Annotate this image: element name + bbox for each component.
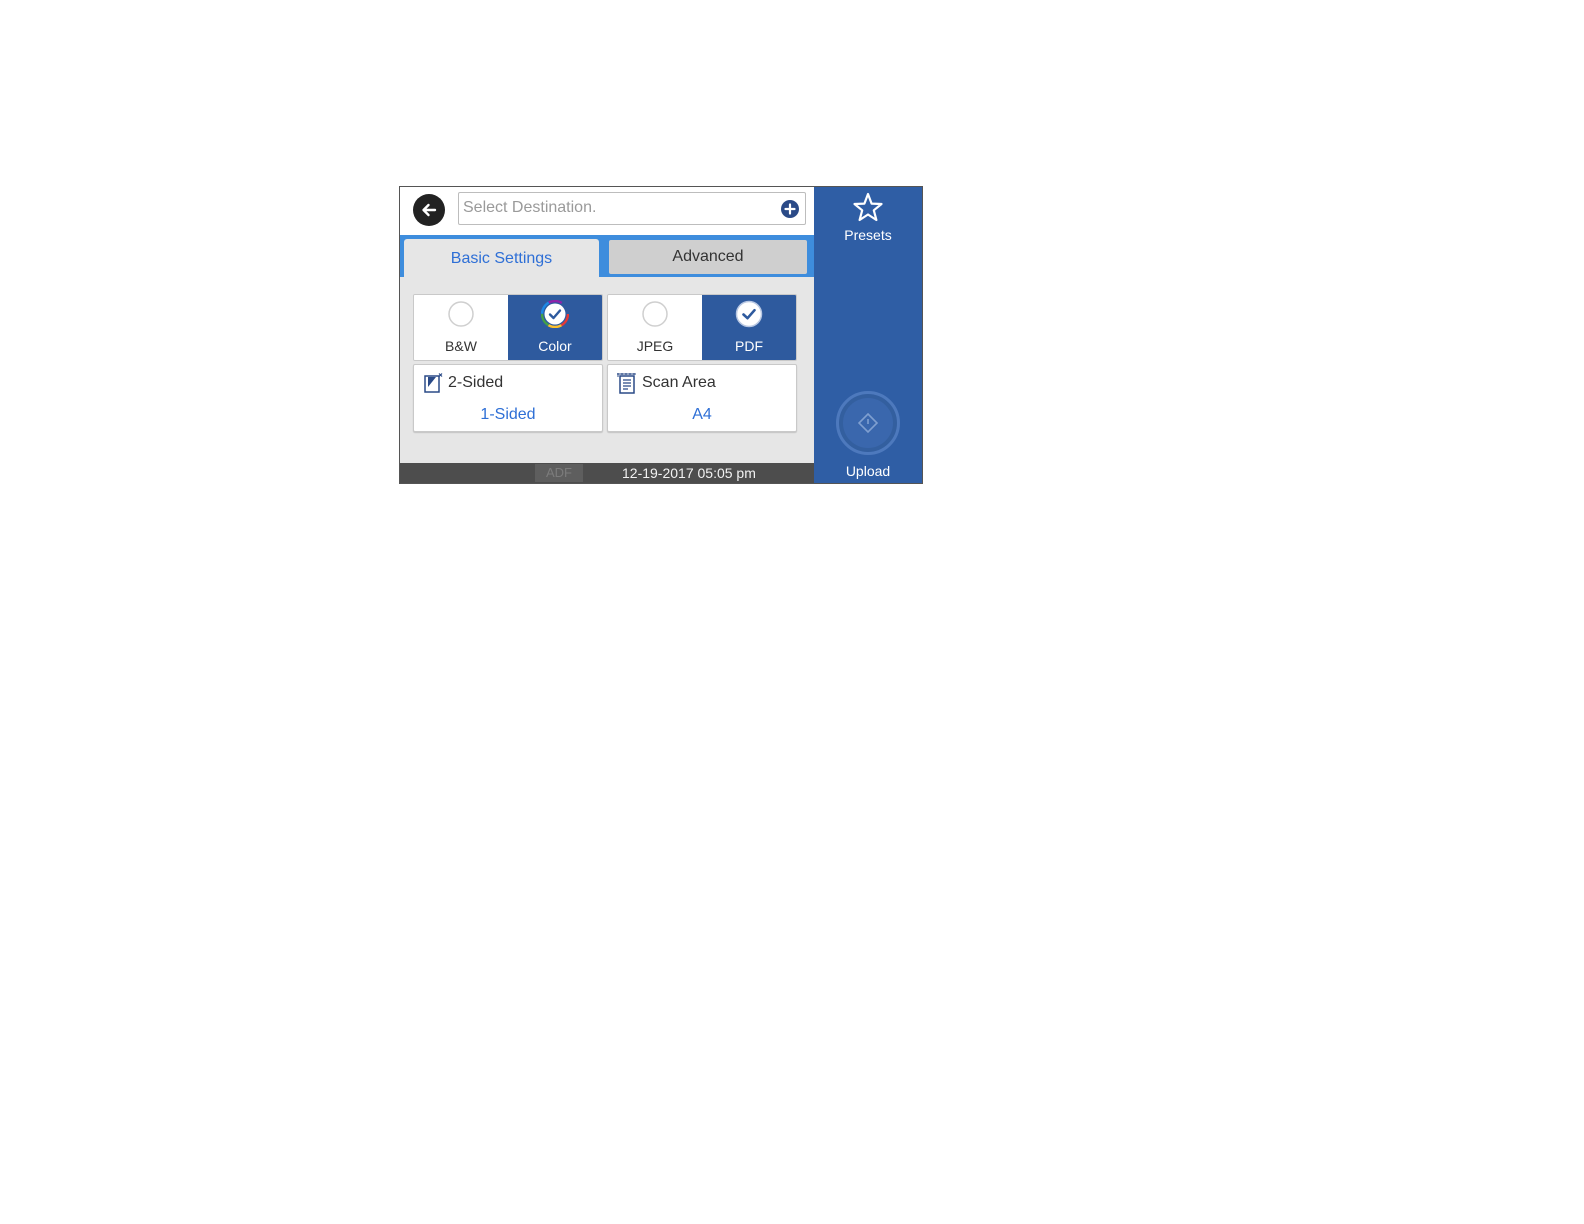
status-bar: ADF 12-19-2017 05:05 pm [400,463,814,483]
color-label: Color [538,338,572,354]
bw-option[interactable]: B&W [414,295,508,360]
presets-button[interactable]: Presets [814,187,922,249]
action-sidebar: Presets Upload [814,187,922,483]
scan-settings-panel: Basic Settings Advanced B&W [399,186,923,484]
check-circle-icon [735,300,763,328]
color-mode-selector: B&W Color [413,294,603,361]
file-format-selector: JPEG PDF [607,294,797,361]
two-sided-value: 1-Sided [480,406,536,423]
scan-area-value: A4 [692,406,712,423]
color-option[interactable]: Color [508,295,602,360]
radio-empty-icon [448,301,474,327]
radio-empty-icon [642,301,668,327]
two-sided-icon [424,373,443,393]
pdf-option[interactable]: PDF [702,295,796,360]
scan-area-setting[interactable]: Scan Area A4 [607,364,797,432]
destination-input[interactable] [463,196,763,220]
star-icon [853,192,883,222]
jpeg-label: JPEG [636,338,674,354]
tab-basic-settings[interactable]: Basic Settings [404,239,599,279]
pdf-label: PDF [735,338,763,354]
tab-advanced[interactable]: Advanced [609,240,807,274]
add-destination-button[interactable] [781,200,799,218]
jpeg-option[interactable]: JPEG [608,295,702,360]
scan-area-title: Scan Area [642,374,716,391]
add-circle-icon [784,203,796,215]
datetime-display: 12-19-2017 05:05 pm [622,465,756,481]
start-diamond-icon [857,412,879,434]
color-check-icon [541,300,569,328]
back-arrow-icon [422,203,437,217]
destination-field[interactable] [458,192,806,225]
back-button[interactable] [413,194,445,226]
upload-label: Upload [845,463,891,479]
top-bar [400,187,814,235]
settings-area: Basic Settings Advanced B&W [400,187,814,483]
upload-button[interactable] [836,391,900,455]
scan-area-icon [617,373,636,394]
presets-label: Presets [844,227,892,243]
two-sided-title: 2-Sided [448,374,504,391]
bw-label: B&W [445,338,477,354]
tab-strip: Basic Settings Advanced [400,235,814,279]
adf-indicator: ADF [535,464,583,482]
two-sided-setting[interactable]: 2-Sided 1-Sided [413,364,603,432]
